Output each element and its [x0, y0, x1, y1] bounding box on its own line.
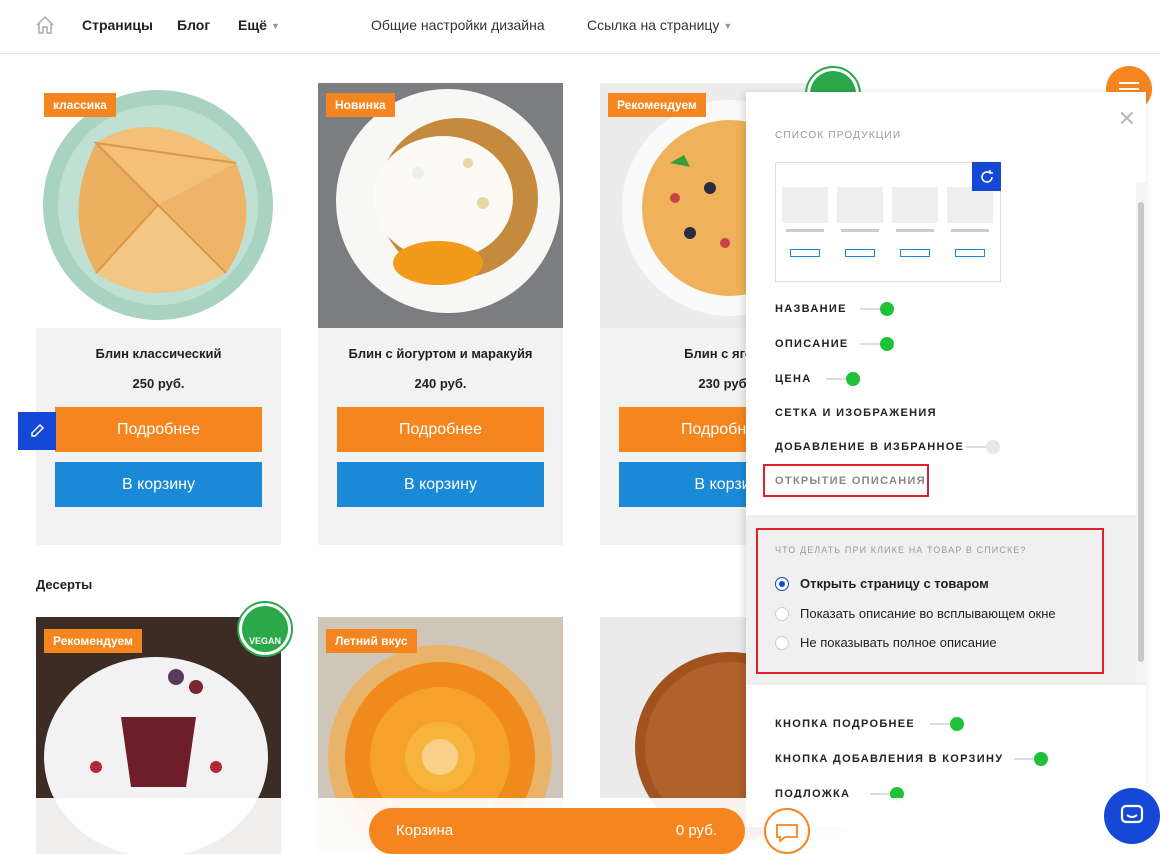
- layout-preview[interactable]: [775, 162, 1001, 282]
- close-icon[interactable]: ✕: [1118, 108, 1136, 130]
- preview-item: [947, 187, 993, 223]
- preview-line: [841, 229, 879, 232]
- radio-label: Показать описание во всплывающем окне: [800, 606, 1056, 621]
- nav-item-more-label: Ещё: [238, 17, 267, 33]
- vegan-badge: VEGAN: [237, 601, 293, 657]
- product-list-settings-panel: ✕ СПИСОК ПРОДУКЦИИ НАЗВАНИЕ ОПИСАНИЕ ЦЕН…: [746, 92, 1146, 827]
- radio-open-page[interactable]: Открыть страницу с товаром: [775, 576, 989, 591]
- top-navigation: Страницы Блог Ещё ▼ Общие настройки дизай…: [0, 0, 1160, 54]
- section-title-desserts: Десерты: [36, 577, 93, 592]
- toggle-description[interactable]: [860, 337, 894, 351]
- add-to-cart-button[interactable]: В корзину: [337, 462, 544, 507]
- product-price: 240 руб.: [414, 376, 467, 391]
- toggle-favorites[interactable]: [966, 440, 1000, 454]
- toggle-details-button[interactable]: [930, 717, 964, 731]
- radio-button[interactable]: [775, 635, 789, 650]
- preview-item: [892, 187, 938, 223]
- nav-item-pages[interactable]: Страницы: [82, 17, 153, 33]
- refresh-icon: [980, 169, 993, 183]
- toggle-knob: [880, 337, 894, 351]
- change-layout-button[interactable]: [972, 162, 1001, 191]
- toggle-add-to-cart[interactable]: [1014, 752, 1048, 766]
- details-button[interactable]: Подробнее: [55, 407, 262, 452]
- preview-item: [782, 187, 828, 223]
- product-badge: Новинка: [326, 93, 395, 117]
- crepe-plate-illustration: [43, 90, 273, 320]
- add-to-cart-button[interactable]: В корзину: [55, 462, 262, 507]
- hamburger-icon: [1119, 82, 1139, 84]
- product-image[interactable]: классика: [36, 83, 281, 328]
- preview-button: [900, 249, 930, 257]
- toggle-knob: [986, 440, 1000, 454]
- option-add-to-cart-button: КНОПКА ДОБАВЛЕНИЯ В КОРЗИНУ: [775, 753, 1004, 765]
- hamburger-icon: [1119, 88, 1139, 90]
- panel-heading: СПИСОК ПРОДУКЦИИ: [775, 130, 902, 141]
- preview-line: [786, 229, 824, 232]
- yogurt-crepe-illustration: [318, 83, 563, 328]
- radio-no-description[interactable]: Не показывать полное описание: [775, 635, 997, 650]
- chat-button[interactable]: [764, 808, 810, 854]
- product-card[interactable]: Новинка Блин с йогуртом и маракуйя 240 р…: [318, 83, 563, 545]
- chat-icon: [776, 824, 798, 843]
- page-link-label: Ссылка на страницу: [587, 17, 720, 33]
- message-icon: [1120, 804, 1144, 824]
- option-details-button: КНОПКА ПОДРОБНЕЕ: [775, 718, 916, 730]
- preview-button: [955, 249, 985, 257]
- toggle-backdrop[interactable]: [870, 787, 904, 801]
- toggle-knob: [846, 372, 860, 386]
- nav-item-blog[interactable]: Блог: [177, 17, 210, 33]
- preview-button: [845, 249, 875, 257]
- product-title[interactable]: Блин классический: [36, 346, 281, 361]
- toggle-knob: [1034, 752, 1048, 766]
- preview-line: [951, 229, 989, 232]
- option-price: ЦЕНА: [775, 373, 812, 385]
- toggle-name[interactable]: [860, 302, 894, 316]
- vegan-label: VEGAN: [242, 606, 288, 652]
- chevron-down-icon: ▼: [270, 21, 280, 32]
- radio-label: Не показывать полное описание: [800, 635, 997, 650]
- page-link-dropdown[interactable]: Ссылка на страницу ▼: [587, 17, 732, 33]
- option-name: НАЗВАНИЕ: [775, 303, 847, 315]
- product-badge: Рекомендуем: [608, 93, 706, 117]
- radio-popup-description[interactable]: Показать описание во всплывающем окне: [775, 606, 1056, 621]
- cart-button[interactable]: Корзина 0 руб.: [369, 808, 745, 854]
- option-grid-images[interactable]: СЕТКА И ИЗОБРАЖЕНИЯ: [775, 407, 937, 419]
- toggle-knob: [950, 717, 964, 731]
- panel-scrollbar[interactable]: [1136, 182, 1146, 682]
- dessert-badge: Летний вкус: [326, 629, 417, 653]
- messenger-button[interactable]: [1104, 788, 1160, 844]
- preview-button: [790, 249, 820, 257]
- cart-label: Корзина: [396, 822, 454, 839]
- product-image[interactable]: Новинка: [318, 83, 563, 328]
- product-title[interactable]: Блин с йогуртом и маракуйя: [318, 346, 563, 361]
- product-badge: классика: [44, 93, 116, 117]
- option-description: ОПИСАНИЕ: [775, 338, 849, 350]
- dessert-badge: Рекомендуем: [44, 629, 142, 653]
- click-behavior-heading: ЧТО ДЕЛАТЬ ПРИ КЛИКЕ НА ТОВАР В СПИСКЕ?: [775, 545, 1027, 555]
- toggle-price[interactable]: [826, 372, 860, 386]
- option-favorites: ДОБАВЛЕНИЕ В ИЗБРАННОЕ: [775, 441, 965, 453]
- preview-line: [896, 229, 934, 232]
- radio-button[interactable]: [775, 606, 789, 621]
- product-price: 250 руб.: [132, 376, 185, 391]
- edit-block-button[interactable]: [18, 412, 56, 450]
- radio-label: Открыть страницу с товаром: [800, 576, 989, 591]
- nav-item-more[interactable]: Ещё ▼: [238, 17, 280, 33]
- home-icon[interactable]: [34, 14, 56, 36]
- cart-sum: 0 руб.: [675, 822, 717, 839]
- product-card[interactable]: классика Блин классический 250 руб. Подр…: [36, 83, 281, 545]
- toggle-knob: [880, 302, 894, 316]
- radio-button[interactable]: [775, 576, 789, 591]
- design-settings-link[interactable]: Общие настройки дизайна: [371, 17, 545, 33]
- click-behavior-section: ЧТО ДЕЛАТЬ ПРИ КЛИКЕ НА ТОВАР В СПИСКЕ? …: [746, 515, 1146, 685]
- details-button[interactable]: Подробнее: [337, 407, 544, 452]
- preview-item: [837, 187, 883, 223]
- option-open-description[interactable]: ОТКРЫТИЕ ОПИСАНИЯ: [775, 475, 926, 487]
- scrollbar-thumb[interactable]: [1138, 202, 1144, 662]
- chevron-down-icon: ▼: [723, 21, 733, 32]
- pencil-icon: [31, 423, 45, 437]
